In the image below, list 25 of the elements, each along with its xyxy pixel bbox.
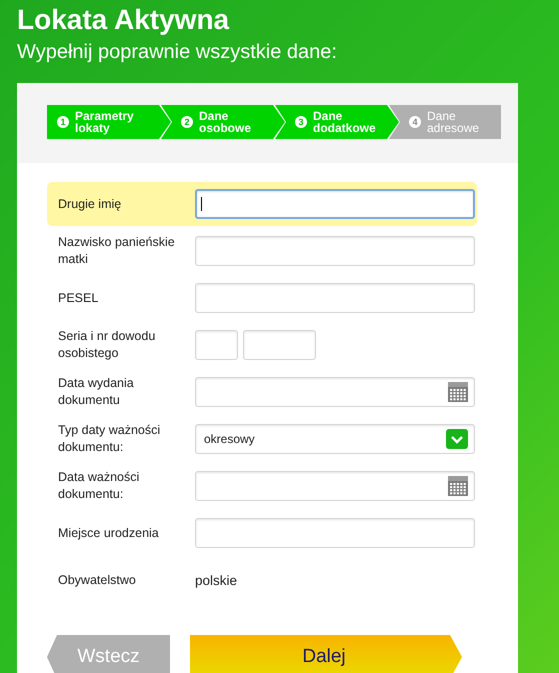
field-label: Data wydania dokumentu <box>58 375 135 409</box>
calendar-icon[interactable] <box>448 476 468 496</box>
next-button[interactable]: Dalej <box>190 635 462 673</box>
input-field[interactable] <box>195 283 475 313</box>
input-field[interactable] <box>195 518 475 548</box>
date-field[interactable] <box>195 471 475 501</box>
input-field[interactable] <box>195 236 475 266</box>
page-subtitle: Wypełnij poprawnie wszystkie dane: <box>17 40 338 65</box>
field-label: Miejsce urodzenia <box>58 524 160 542</box>
date-field[interactable] <box>195 377 475 407</box>
page-title: Lokata Aktywna <box>17 3 230 37</box>
select-field[interactable]: okresowy <box>195 424 475 454</box>
input-field[interactable] <box>195 330 238 360</box>
calendar-icon[interactable] <box>448 382 468 402</box>
field-label: Seria i nr dowodu osobistego <box>58 328 156 362</box>
field-value: polskie <box>195 572 238 588</box>
input-field[interactable] <box>243 330 316 360</box>
field-label: Nazwisko panieńskie matki <box>58 234 176 268</box>
field-label: Typ daty ważności dokumentu: <box>58 422 162 456</box>
field-label: PESEL <box>58 290 100 306</box>
field-label: Obywatelstwo <box>58 572 137 588</box>
chevron-icon[interactable] <box>446 429 468 449</box>
field-label: Drugie imię <box>58 196 122 212</box>
input-field[interactable] <box>195 189 475 219</box>
field-label: Data ważności dokumentu: <box>58 469 140 503</box>
